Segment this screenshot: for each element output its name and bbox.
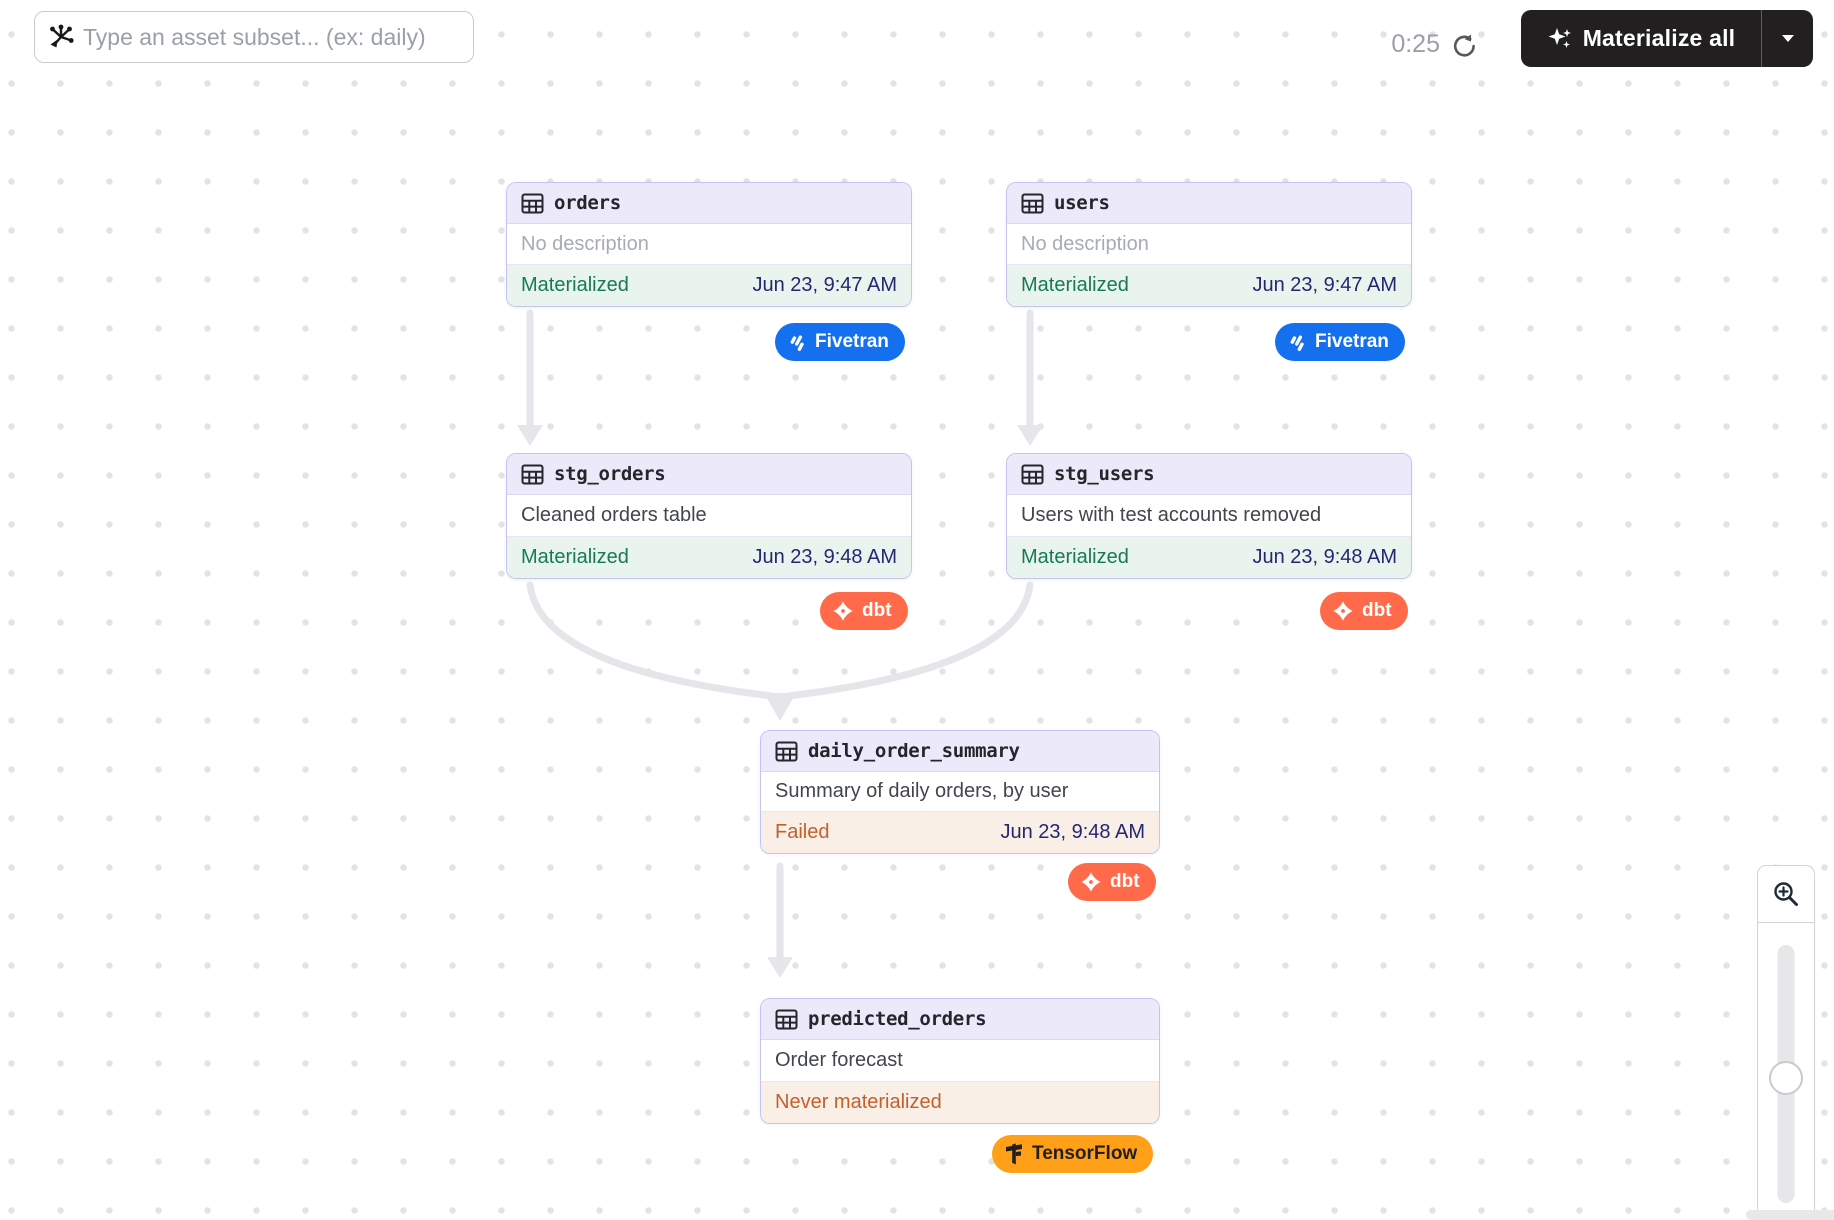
- asset-node-users[interactable]: users No description Materialized Jun 23…: [1006, 182, 1412, 307]
- asset-node-header: daily_order_summary: [761, 731, 1159, 772]
- asset-node-stg-users[interactable]: stg_users Users with test accounts remov…: [1006, 453, 1412, 579]
- asset-graph-canvas[interactable]: 0:25 Materialize all: [0, 0, 1834, 1220]
- refresh-icon: [1451, 32, 1479, 60]
- asset-status-row: Failed Jun 23, 9:48 AM: [761, 811, 1159, 853]
- kind-tag-label: dbt: [1362, 600, 1392, 622]
- fivetran-logo-icon: [1287, 332, 1307, 352]
- asset-status-row: Materialized Jun 23, 9:47 AM: [1007, 264, 1411, 306]
- horizontal-scrollbar[interactable]: [1746, 1210, 1834, 1220]
- status-label: Materialized: [521, 274, 629, 297]
- asset-search-box[interactable]: [34, 11, 474, 63]
- dbt-logo-icon: [832, 600, 854, 622]
- zoom-in-button[interactable]: [1757, 865, 1815, 923]
- materialize-all-label: Materialize all: [1583, 25, 1736, 52]
- refresh-button[interactable]: [1450, 32, 1480, 62]
- asset-node-header: stg_orders: [507, 454, 911, 495]
- asset-status-row: Materialized Jun 23, 9:47 AM: [507, 264, 911, 306]
- asset-name: orders: [554, 192, 621, 214]
- arrowhead: [517, 425, 543, 446]
- kind-tag-fivetran: Fivetran: [1275, 323, 1405, 361]
- dbt-logo-icon: [1080, 871, 1102, 893]
- kind-tag-label: dbt: [1110, 871, 1140, 893]
- kind-tag-label: TensorFlow: [1032, 1143, 1137, 1165]
- status-timestamp: Jun 23, 9:47 AM: [1252, 274, 1397, 297]
- asset-name: daily_order_summary: [808, 740, 1020, 762]
- table-icon: [775, 1008, 798, 1031]
- asset-name: users: [1054, 192, 1110, 214]
- asset-node-header: orders: [507, 183, 911, 224]
- tensorflow-logo-icon: [1004, 1143, 1024, 1165]
- asset-node-header: users: [1007, 183, 1411, 224]
- table-icon: [1021, 192, 1044, 215]
- fivetran-logo-icon: [787, 332, 807, 352]
- status-timestamp: Jun 23, 9:48 AM: [1252, 546, 1397, 569]
- asset-description: Order forecast: [761, 1040, 1159, 1081]
- kind-tag-tensorflow: TensorFlow: [992, 1135, 1153, 1173]
- zoom-control: [1757, 865, 1815, 1220]
- materialize-options-dropdown[interactable]: [1761, 10, 1813, 67]
- asset-description: No description: [507, 224, 911, 264]
- zoom-slider: [1757, 923, 1815, 1220]
- status-timestamp: Jun 23, 9:47 AM: [752, 274, 897, 297]
- table-icon: [521, 192, 544, 215]
- table-icon: [521, 463, 544, 486]
- kind-tag-label: Fivetran: [815, 331, 889, 353]
- kind-tag-dbt: dbt: [1320, 592, 1408, 630]
- kind-tag-label: dbt: [862, 600, 892, 622]
- asset-node-header: stg_users: [1007, 454, 1411, 495]
- zoom-slider-thumb[interactable]: [1769, 1061, 1803, 1095]
- status-label: Materialized: [1021, 546, 1129, 569]
- sparkles-icon: [1547, 26, 1573, 52]
- kind-tag-label: Fivetran: [1315, 331, 1389, 353]
- status-timestamp: Jun 23, 9:48 AM: [752, 546, 897, 569]
- asset-description: No description: [1007, 224, 1411, 264]
- asset-node-predicted-orders[interactable]: predicted_orders Order forecast Never ma…: [760, 998, 1160, 1124]
- asset-name: stg_orders: [554, 463, 665, 485]
- arrowhead: [1017, 425, 1043, 446]
- asset-status-row: Never materialized: [761, 1081, 1159, 1123]
- status-label: Never materialized: [775, 1091, 942, 1114]
- status-timestamp: Jun 23, 9:48 AM: [1000, 821, 1145, 844]
- asset-description: Cleaned orders table: [507, 495, 911, 536]
- kind-tag-fivetran: Fivetran: [775, 323, 905, 361]
- chevron-down-icon: [1781, 34, 1795, 43]
- asset-node-daily-order-summary[interactable]: daily_order_summary Summary of daily ord…: [760, 730, 1160, 854]
- asset-node-orders[interactable]: orders No description Materialized Jun 2…: [506, 182, 912, 307]
- dbt-logo-icon: [1332, 600, 1354, 622]
- kind-tag-dbt: dbt: [1068, 863, 1156, 901]
- asset-status-row: Materialized Jun 23, 9:48 AM: [1007, 536, 1411, 578]
- asset-name: stg_users: [1054, 463, 1154, 485]
- asset-name: predicted_orders: [808, 1008, 986, 1030]
- asset-description: Summary of daily orders, by user: [761, 772, 1159, 811]
- materialize-all-button[interactable]: Materialize all: [1521, 10, 1761, 67]
- arrowhead: [767, 957, 793, 978]
- materialize-all-button-group: Materialize all: [1521, 10, 1813, 67]
- edge-stg-orders-daily: [530, 585, 772, 696]
- refresh-countdown: 0:25: [1378, 30, 1440, 59]
- status-label: Materialized: [521, 546, 629, 569]
- status-label: Failed: [775, 821, 829, 844]
- asset-node-stg-orders[interactable]: stg_orders Cleaned orders table Material…: [506, 453, 912, 579]
- asset-node-header: predicted_orders: [761, 999, 1159, 1040]
- asset-status-row: Materialized Jun 23, 9:48 AM: [507, 536, 911, 578]
- kind-tag-dbt: dbt: [820, 592, 908, 630]
- magnifier-plus-icon: [1772, 880, 1800, 908]
- table-icon: [775, 740, 798, 763]
- search-input[interactable]: [83, 24, 463, 51]
- table-icon: [1021, 463, 1044, 486]
- asset-description: Users with test accounts removed: [1007, 495, 1411, 536]
- asset-graph-filter-icon: [47, 24, 74, 51]
- arrowhead: [764, 693, 796, 721]
- status-label: Materialized: [1021, 274, 1129, 297]
